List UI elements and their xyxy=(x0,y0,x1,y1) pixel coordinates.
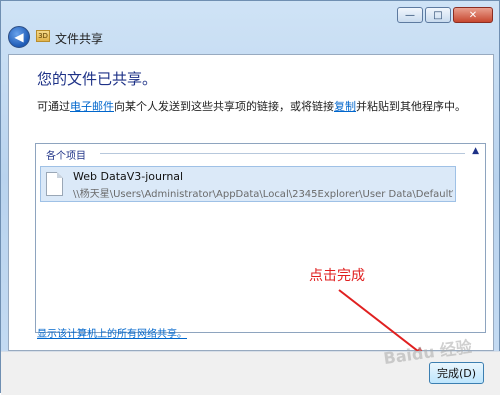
window-frame: — □ ✕ ◀ 3D 文件共享 您的文件已共享。 可通过电子邮件向某个人发送到这… xyxy=(0,0,500,395)
title-bar: — □ ✕ xyxy=(1,1,500,27)
content-area: 您的文件已共享。 可通过电子邮件向某个人发送到这些共享项的链接，或将链接复制并粘… xyxy=(8,54,494,352)
finish-button[interactable]: 完成(D) xyxy=(429,362,484,384)
back-arrow-icon[interactable]: ◀ xyxy=(8,26,30,48)
header: ◀ 3D 文件共享 xyxy=(1,25,500,51)
window-title: 文件共享 xyxy=(55,32,104,46)
window-controls: — □ ✕ xyxy=(397,7,493,23)
file-sharing-app-icon: 3D xyxy=(36,30,50,42)
annotation-text: 点击完成 xyxy=(309,268,365,284)
close-button[interactable]: ✕ xyxy=(453,7,493,23)
show-all-shares-link[interactable]: 显示该计算机上的所有网络共享。 xyxy=(37,325,187,340)
button-bar: 完成(D) xyxy=(1,351,500,395)
minimize-button[interactable]: — xyxy=(397,7,423,23)
annotation-arrow-icon xyxy=(338,289,423,352)
maximize-button[interactable]: □ xyxy=(425,7,451,23)
